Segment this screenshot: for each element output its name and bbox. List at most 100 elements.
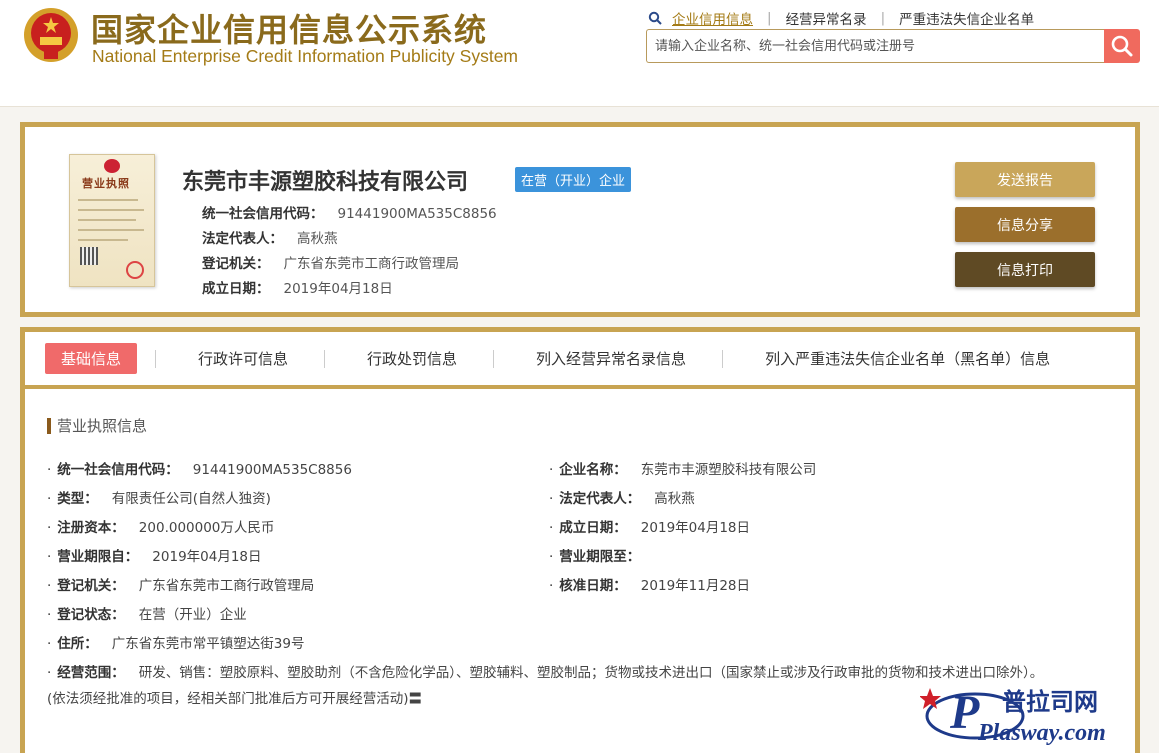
tab-abnormal-list[interactable]: 列入经营异常名录信息	[536, 348, 686, 369]
field-address: · 住所： 广东省东莞市常平镇塑达街39号	[47, 632, 304, 652]
license-line	[78, 229, 144, 231]
field-reg-status: · 登记状态： 在营（开业）企业	[47, 603, 247, 623]
tab-admin-license[interactable]: 行政许可信息	[198, 348, 288, 369]
info-label: 登记机关：	[202, 256, 270, 272]
print-info-button[interactable]: 信息打印	[955, 252, 1095, 287]
business-scope-note: (依法须经批准的项目，经相关部门批准后方可开展经营活动)〓	[47, 691, 423, 707]
site-header: 国家企业信用信息公示系统 National Enterprise Credit …	[0, 0, 1159, 107]
send-report-button[interactable]: 发送报告	[955, 162, 1095, 197]
field-label: 登记状态：	[57, 607, 125, 623]
field-value: 高秋燕	[654, 491, 695, 507]
info-label: 统一社会信用代码：	[202, 206, 324, 222]
field-label: 成立日期：	[559, 520, 627, 536]
tab-divider	[722, 349, 724, 368]
nav-enterprise-credit[interactable]: 企业信用信息	[672, 8, 753, 28]
field-value: 200.000000万人民币	[138, 520, 275, 536]
field-label: 类型：	[57, 491, 98, 507]
qr-code-icon	[80, 247, 98, 265]
field-label: 核准日期：	[559, 578, 627, 594]
search-icon	[648, 11, 662, 25]
tab-divider	[155, 349, 157, 368]
license-line	[78, 199, 138, 201]
bullet: ·	[47, 491, 52, 507]
status-badge: 在营（开业）企业	[515, 167, 632, 192]
company-card: 营业执照 东莞市丰源塑胶科技有限公司 在营（开业）企业 统一社会信用代码： 914…	[20, 122, 1140, 317]
field-company-name: · 企业名称： 东莞市丰源塑胶科技有限公司	[549, 458, 816, 478]
field-value: 91441900MA535C8856	[192, 462, 352, 478]
field-value: 研发、销售：塑胶原料、塑胶助剂（不含危险化学品）、塑胶辅料、塑胶制品；货物或技术…	[138, 665, 1044, 681]
tab-divider	[324, 349, 326, 368]
nav-abnormal-list[interactable]: 经营异常名录	[786, 8, 867, 28]
license-emblem-icon	[104, 159, 120, 173]
share-info-button[interactable]: 信息分享	[955, 207, 1095, 242]
field-term-from: · 营业期限自： 2019年04月18日	[47, 545, 262, 565]
official-seal-icon	[126, 261, 144, 279]
field-label: 企业名称：	[559, 462, 627, 478]
info-label: 法定代表人：	[202, 231, 283, 247]
bullet: ·	[549, 549, 554, 565]
field-reg-authority: · 登记机关： 广东省东莞市工商行政管理局	[47, 574, 314, 594]
bullet: ·	[47, 549, 52, 565]
field-value: 广东省东莞市工商行政管理局	[138, 578, 315, 594]
field-label: 营业期限自：	[57, 549, 139, 565]
business-license-image[interactable]: 营业执照	[69, 154, 155, 287]
field-legal-rep: · 法定代表人： 高秋燕	[549, 487, 695, 507]
svg-text:P: P	[949, 686, 980, 739]
info-credit-code: 统一社会信用代码： 91441900MA535C8856	[202, 202, 497, 222]
search-icon	[1111, 35, 1133, 57]
tab-divider	[493, 349, 495, 368]
field-value: 2019年11月28日	[640, 578, 751, 594]
field-credit-code: · 统一社会信用代码： 91441900MA535C8856	[47, 458, 352, 478]
bullet: ·	[549, 462, 554, 478]
watermark-en: Plasway.com	[977, 720, 1106, 746]
license-line	[78, 219, 136, 221]
field-value: 在营（开业）企业	[138, 607, 247, 623]
section-title: 营业执照信息	[47, 418, 147, 434]
license-line	[78, 209, 144, 211]
nav-divider: |	[880, 10, 886, 26]
field-label: 注册资本：	[57, 520, 125, 536]
search-button[interactable]	[1104, 29, 1140, 63]
field-value: 有限责任公司(自然人独资)	[111, 491, 271, 507]
tab-blacklist[interactable]: 列入严重违法失信企业名单（黑名单）信息	[765, 348, 1050, 369]
bullet: ·	[47, 607, 52, 623]
tab-basic-info[interactable]: 基础信息	[45, 343, 138, 374]
bullet: ·	[47, 462, 52, 478]
field-type: · 类型： 有限责任公司(自然人独资)	[47, 487, 271, 507]
field-label: 营业期限至：	[559, 549, 641, 565]
field-label: 登记机关：	[57, 578, 125, 594]
field-label: 统一社会信用代码：	[57, 462, 179, 478]
bullet: ·	[47, 665, 52, 681]
detail-tabs: 基础信息 行政许可信息 行政处罚信息 列入经营异常名录信息 列入严重违法失信企业…	[25, 332, 1135, 389]
field-term-to: · 营业期限至：	[549, 545, 654, 565]
field-value: 东莞市丰源塑胶科技有限公司	[640, 462, 817, 478]
bullet: ·	[549, 520, 554, 536]
tab-admin-penalty[interactable]: 行政处罚信息	[367, 348, 457, 369]
search-input[interactable]	[646, 29, 1104, 63]
field-value: 2019年04月18日	[152, 549, 262, 565]
info-value: 高秋燕	[297, 231, 338, 247]
field-approval-date: · 核准日期： 2019年11月28日	[549, 574, 750, 594]
info-value: 91441900MA535C8856	[337, 206, 497, 222]
national-emblem-icon	[24, 8, 78, 62]
bullet: ·	[47, 636, 52, 652]
plasway-watermark-logo: P 普拉司网 Plasway.com	[920, 686, 1106, 746]
license-title: 营业执照	[82, 177, 130, 190]
info-est-date: 成立日期： 2019年04月18日	[202, 277, 393, 297]
nav-blacklist[interactable]: 严重违法失信企业名单	[899, 8, 1034, 28]
field-label: 经营范围：	[57, 665, 125, 681]
field-business-scope: · 经营范围： 研发、销售：塑胶原料、塑胶助剂（不含危险化学品）、塑胶辅料、塑胶制品…	[47, 661, 1043, 681]
bullet: ·	[549, 578, 554, 594]
info-reg-authority: 登记机关： 广东省东莞市工商行政管理局	[202, 252, 459, 272]
bullet: ·	[47, 520, 52, 536]
field-reg-capital: · 注册资本： 200.000000万人民币	[47, 516, 274, 536]
info-label: 成立日期：	[202, 281, 270, 297]
info-value: 广东省东莞市工商行政管理局	[283, 256, 460, 272]
field-est-date: · 成立日期： 2019年04月18日	[549, 516, 750, 536]
bullet: ·	[549, 491, 554, 507]
field-label: 法定代表人：	[559, 491, 641, 507]
nav-divider: |	[767, 10, 772, 26]
site-title-en: National Enterprise Credit Information P…	[92, 46, 519, 66]
watermark-cn: 普拉司网	[1002, 688, 1098, 716]
top-nav: 企业信用信息 | 经营异常名录 | 严重违法失信企业名单	[648, 8, 1034, 28]
